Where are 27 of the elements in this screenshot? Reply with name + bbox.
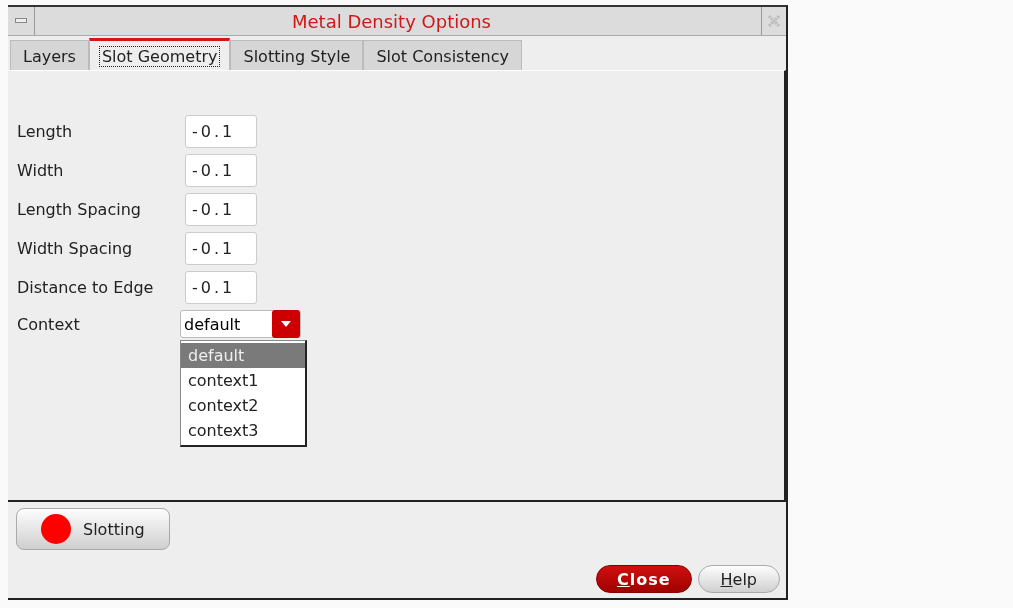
tab[interactable]: Layers (10, 40, 89, 70)
field-label: Width Spacing (17, 239, 134, 258)
context-dropdown[interactable]: default (180, 310, 301, 338)
dropdown-option[interactable]: context3 (181, 418, 305, 443)
field-label: Distance to Edge (17, 278, 155, 297)
close-dialog-button[interactable]: Close (595, 565, 692, 593)
help-button[interactable]: Help (697, 565, 780, 593)
tab[interactable]: Slot Consistency (363, 40, 522, 70)
tab[interactable]: Slotting Style (230, 40, 364, 70)
window-title: Metal Density Options (35, 7, 762, 35)
slotting-button[interactable]: Slotting (16, 508, 170, 550)
input-field[interactable]: -0.1 (185, 193, 257, 226)
input-field[interactable]: -0.1 (185, 271, 257, 304)
dropdown-option[interactable]: context2 (181, 393, 305, 418)
dropdown-option[interactable]: default (181, 343, 305, 368)
dropdown-option[interactable]: context1 (181, 368, 305, 393)
field-label: Width (17, 161, 65, 180)
field-label: Context (17, 314, 81, 334)
close-icon (766, 13, 782, 29)
input-field[interactable]: -0.1 (185, 154, 257, 187)
tab[interactable]: Slot Geometry (88, 38, 231, 70)
input-field[interactable]: -0.1 (185, 232, 257, 265)
field-label: Length Spacing (17, 200, 142, 219)
caret-icon (272, 310, 300, 338)
input-field[interactable]: -0.1 (185, 115, 257, 148)
minimize-icon (15, 18, 27, 24)
field-label: Length (17, 122, 74, 141)
